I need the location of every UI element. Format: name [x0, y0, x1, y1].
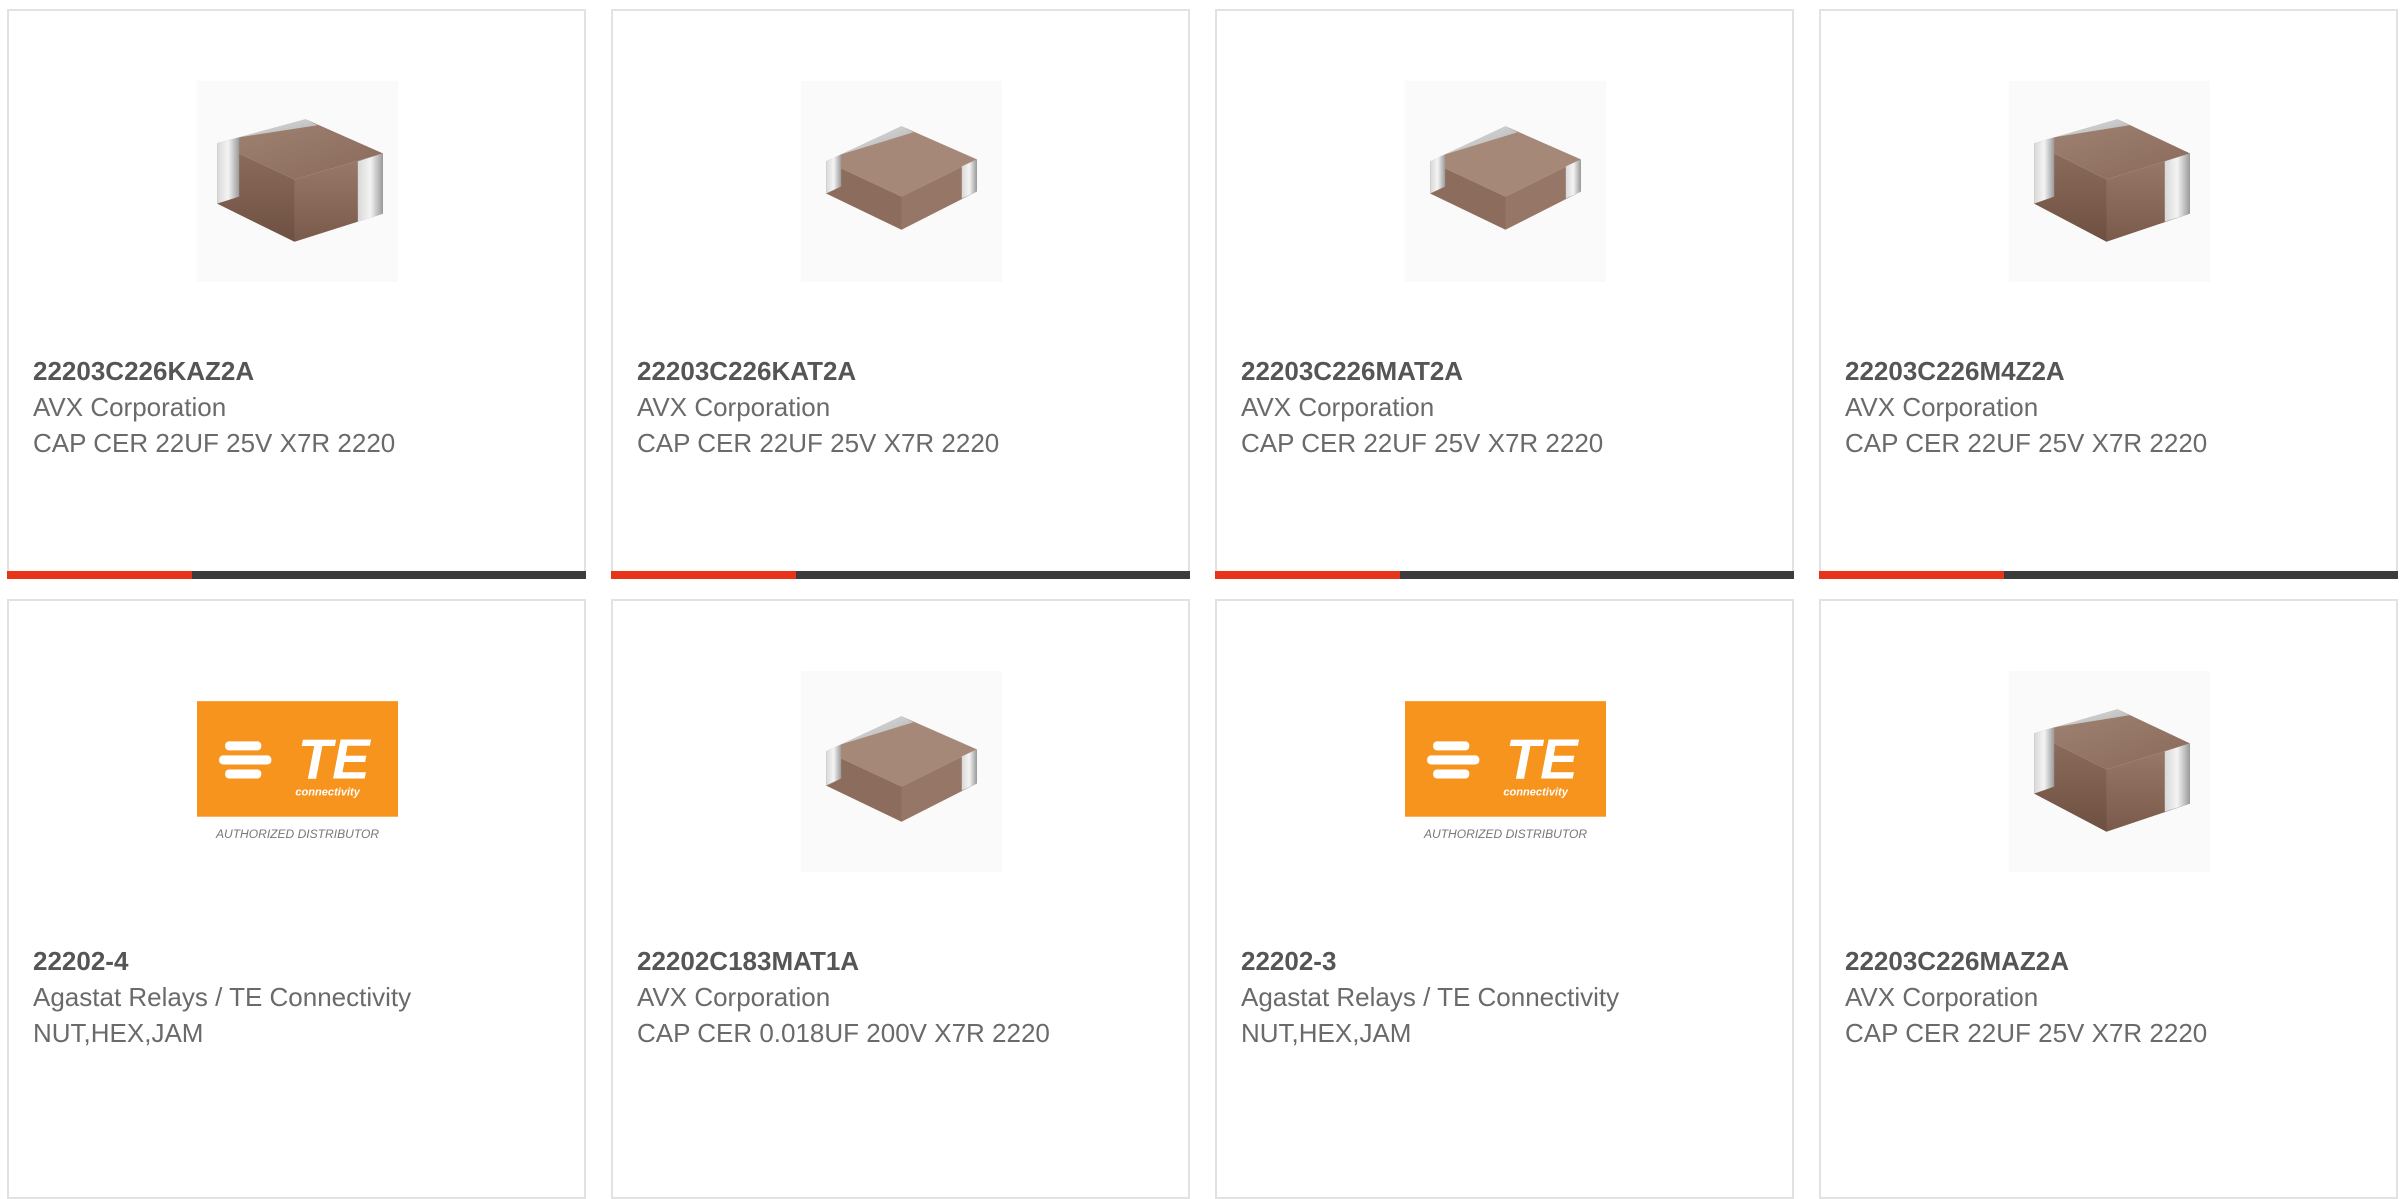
te-logo: TE connectivity AUTHORIZED DISTRIBUTOR: [197, 671, 398, 872]
manufacturer: AVX Corporation: [1241, 392, 1435, 422]
capacitor-icon: [197, 81, 398, 282]
description: CAP CER 22UF 25V X7R 2220: [1241, 428, 1604, 458]
product-card[interactable]: 22203C226KAZ2A AVX Corporation CAP CER 2…: [7, 9, 586, 579]
progress-bar-fill: [1215, 571, 1401, 579]
progress-bar: [1819, 571, 2398, 579]
part-number[interactable]: 22203C226KAZ2A: [33, 353, 560, 389]
description: NUT,HEX,JAM: [33, 1018, 204, 1048]
product-card[interactable]: 22203C226M4Z2A AVX Corporation CAP CER 2…: [1819, 9, 2398, 579]
part-number[interactable]: 22202-4: [33, 943, 560, 979]
product-card[interactable]: 22203C226MAT2A AVX Corporation CAP CER 2…: [1215, 9, 1794, 579]
manufacturer: Agastat Relays / TE Connectivity: [33, 982, 412, 1012]
te-logo-caption: AUTHORIZED DISTRIBUTOR: [1423, 827, 1587, 841]
product-grid: 22203C226KAZ2A AVX Corporation CAP CER 2…: [7, 9, 2400, 1199]
product-card[interactable]: 22203C226KAT2A AVX Corporation CAP CER 2…: [611, 9, 1190, 579]
progress-bar: [611, 571, 1190, 579]
te-logo-text: TE: [298, 728, 371, 791]
capacitor-icon: [2009, 671, 2210, 872]
product-card[interactable]: TE connectivity AUTHORIZED DISTRIBUTOR 2…: [7, 599, 586, 1199]
part-number[interactable]: 22203C226MAT2A: [1241, 353, 1768, 389]
description: CAP CER 22UF 25V X7R 2220: [1845, 1018, 2208, 1048]
progress-bar-fill: [7, 571, 193, 579]
te-logo-subtext: connectivity: [1503, 787, 1568, 799]
progress-bar: [1215, 571, 1794, 579]
capacitor-icon: [801, 81, 1002, 282]
progress-bar-fill: [1819, 571, 2005, 579]
description: CAP CER 22UF 25V X7R 2220: [33, 428, 396, 458]
description: CAP CER 0.018UF 200V X7R 2220: [637, 1018, 1050, 1048]
te-logo-caption: AUTHORIZED DISTRIBUTOR: [215, 827, 379, 841]
part-number[interactable]: 22202-3: [1241, 943, 1768, 979]
capacitor-icon: [1405, 81, 1606, 282]
manufacturer: AVX Corporation: [637, 392, 831, 422]
manufacturer: AVX Corporation: [33, 392, 227, 422]
part-number[interactable]: 22203C226MAZ2A: [1845, 943, 2372, 979]
description: CAP CER 22UF 25V X7R 2220: [1845, 428, 2208, 458]
progress-bar-fill: [611, 571, 797, 579]
description: NUT,HEX,JAM: [1241, 1018, 1412, 1048]
capacitor-icon: [2009, 81, 2210, 282]
manufacturer: AVX Corporation: [1845, 982, 2039, 1012]
te-logo-subtext: connectivity: [295, 787, 360, 799]
part-number[interactable]: 22203C226KAT2A: [637, 353, 1164, 389]
capacitor-icon: [801, 671, 1002, 872]
product-card[interactable]: 22203C226MAZ2A AVX Corporation CAP CER 2…: [1819, 599, 2398, 1199]
part-number[interactable]: 22202C183MAT1A: [637, 943, 1164, 979]
progress-bar: [7, 571, 586, 579]
te-logo-text: TE: [1506, 728, 1579, 791]
manufacturer: AVX Corporation: [637, 982, 831, 1012]
product-card[interactable]: TE connectivity AUTHORIZED DISTRIBUTOR 2…: [1215, 599, 1794, 1199]
manufacturer: AVX Corporation: [1845, 392, 2039, 422]
description: CAP CER 22UF 25V X7R 2220: [637, 428, 1000, 458]
manufacturer: Agastat Relays / TE Connectivity: [1241, 982, 1620, 1012]
part-number[interactable]: 22203C226M4Z2A: [1845, 353, 2372, 389]
te-logo: TE connectivity AUTHORIZED DISTRIBUTOR: [1405, 671, 1606, 872]
product-card[interactable]: 22202C183MAT1A AVX Corporation CAP CER 0…: [611, 599, 1190, 1199]
